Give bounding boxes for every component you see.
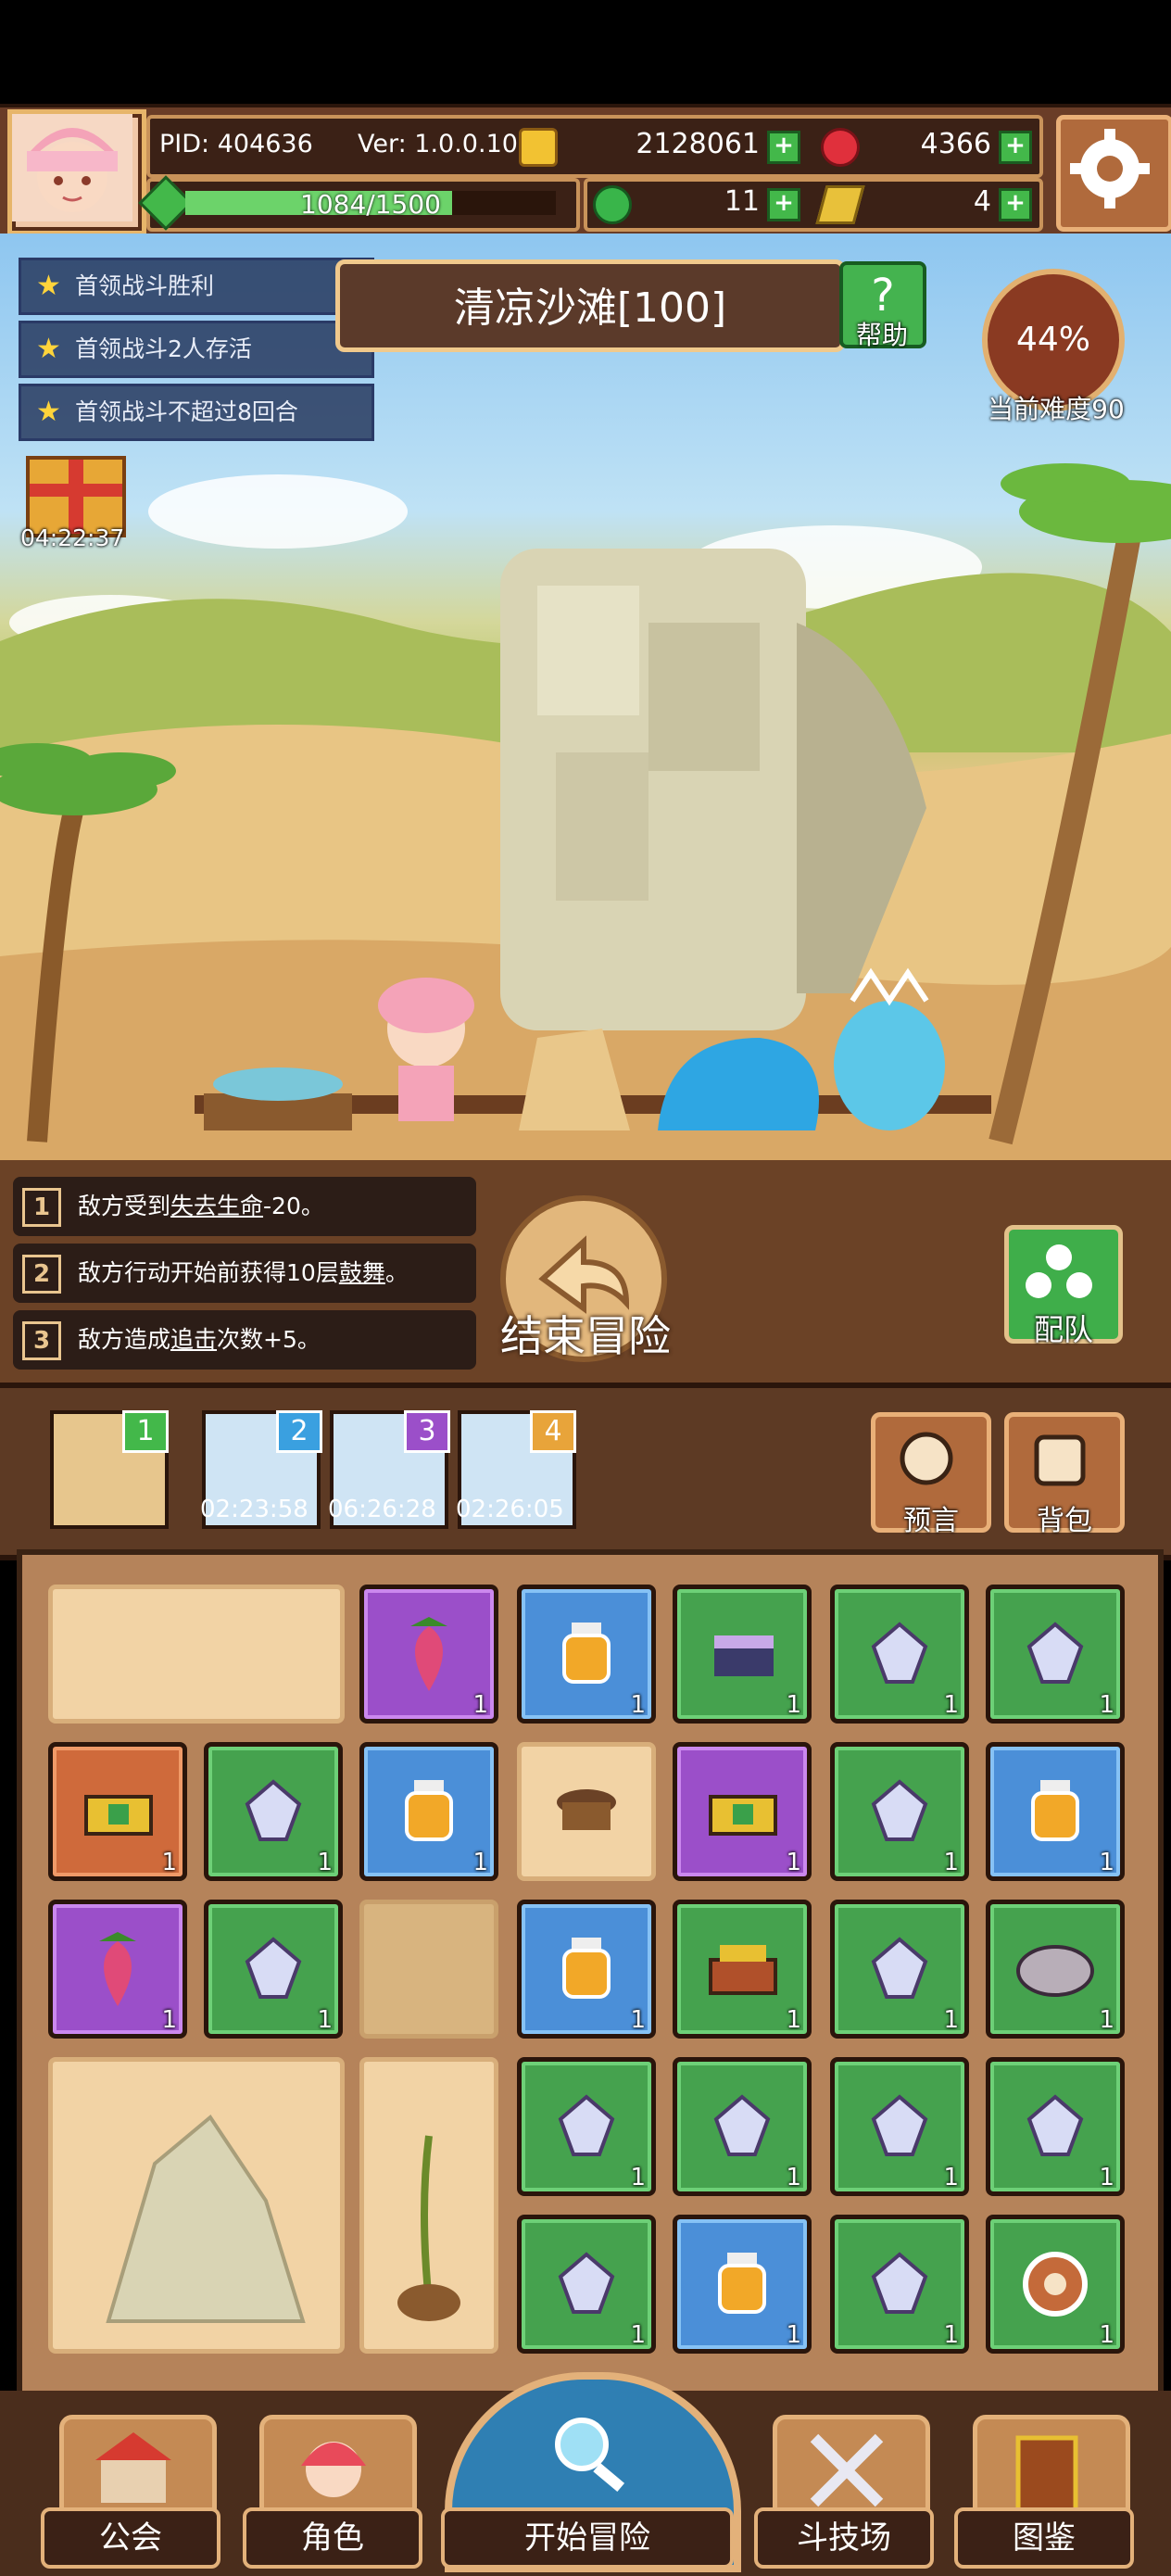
inventory-item[interactable]: 1 (673, 2215, 812, 2354)
quest-item: ★ 首领战斗2人存活 (19, 321, 374, 378)
stage-slots-band (0, 1383, 1171, 1560)
stump-tile (517, 1742, 656, 1881)
inventory-item[interactable]: 1 (986, 2057, 1125, 2196)
clover-amount: 11 (724, 185, 760, 218)
add-gold-button[interactable]: + (767, 131, 800, 164)
scenery-tile (48, 1585, 345, 1724)
nav-codex-label[interactable]: 图鉴 (954, 2507, 1134, 2569)
inventory-item[interactable]: 1 (986, 1742, 1125, 1881)
inventory-item[interactable]: 1 (204, 1900, 343, 2039)
rock-pile-icon (106, 2115, 306, 2323)
add-clover-button[interactable]: + (767, 188, 800, 221)
inventory-item[interactable]: 1 (673, 1900, 812, 2039)
difficulty-percent: 44% (1015, 321, 1090, 359)
pid-label: PID: 404636 (159, 130, 313, 158)
team-label: 配队 (1033, 1312, 1093, 1347)
add-gem-button[interactable]: + (999, 131, 1032, 164)
crossed-swords-icon (810, 2433, 884, 2507)
quest-item: ★ 首领战斗胜利 (19, 258, 374, 315)
energy-text: 1084/1500 (300, 189, 441, 220)
stage-title: 清凉沙滩[100] (453, 284, 727, 332)
inventory-item[interactable]: 1 (517, 2215, 656, 2354)
prophecy-label: 预言 (903, 1505, 959, 1537)
tree-stump-icon (557, 1789, 616, 1830)
inventory-item[interactable]: 1 (986, 2215, 1125, 2354)
bag-label: 背包 (1037, 1505, 1092, 1537)
crystal-ball-icon (900, 1432, 953, 1485)
gold-coin-icon (519, 128, 558, 167)
inventory-item[interactable]: 1 (830, 2057, 969, 2196)
star-icon: ★ (36, 396, 61, 428)
inventory-item[interactable]: 1 (986, 1585, 1125, 1724)
quest-item: ★ 首领战斗不超过8回合 (19, 384, 374, 441)
scenery-tile (359, 2057, 498, 2354)
inventory-item[interactable]: 1 (517, 1585, 656, 1724)
modifier-item: 2 敌方行动开始前获得10层鼓舞。 (13, 1244, 476, 1303)
green-clover-icon (593, 185, 632, 224)
add-key-button[interactable]: + (999, 188, 1032, 221)
inventory-item[interactable]: 1 (830, 1900, 969, 2039)
inventory-item[interactable]: 1 (48, 1742, 187, 1881)
version-label: Ver: 1.0.0.10 (358, 130, 518, 158)
nav-arena-label[interactable]: 斗技场 (754, 2507, 934, 2569)
inventory-item[interactable]: 1 (673, 1742, 812, 1881)
book-icon (1015, 2435, 1078, 2515)
inventory-item[interactable]: 1 (517, 2057, 656, 2196)
battle-units (204, 967, 945, 1130)
palm-sprout-icon (397, 2135, 460, 2321)
stage-slot-badge: 1 (122, 1410, 169, 1453)
empty-tile[interactable] (359, 1900, 498, 2039)
inventory-item[interactable]: 1 (48, 1900, 187, 2039)
inventory-item[interactable]: 1 (830, 1742, 969, 1881)
inventory-item[interactable]: 1 (830, 2215, 969, 2354)
backpack-icon (1034, 1434, 1086, 1486)
settings-button[interactable] (1056, 115, 1171, 232)
stage-slot-badge: 3 (404, 1410, 450, 1453)
character-icon (301, 2442, 366, 2497)
modifier-item: 3 敌方造成追击次数+5。 (13, 1310, 476, 1370)
gold-amount: 2128061 (636, 128, 760, 160)
star-icon: ★ (36, 270, 61, 302)
player-portrait-icon (12, 114, 132, 221)
nav-character-label[interactable]: 角色 (243, 2507, 422, 2569)
inventory-item[interactable]: 1 (986, 1900, 1125, 2039)
scenery-tile (48, 2057, 345, 2354)
red-gem-icon (821, 128, 860, 167)
inventory-item[interactable]: 1 (673, 2057, 812, 2196)
inventory-item[interactable]: 1 (673, 1585, 812, 1724)
difficulty-label: 当前难度90 (988, 394, 1125, 424)
guild-house-icon (95, 2432, 171, 2503)
stage-slot-badge: 4 (530, 1410, 576, 1453)
gem-amount: 4366 (920, 128, 991, 160)
stage-slot-timer: 02:26:05 (456, 1496, 564, 1523)
key-amount: 4 (973, 185, 991, 218)
end-adventure-label: 结束冒险 (500, 1311, 671, 1361)
player-avatar[interactable] (7, 109, 146, 235)
modifier-item: 1 敌方受到失去生命-20。 (13, 1177, 476, 1236)
stage-slot-timer: 06:26:28 (328, 1496, 436, 1523)
nav-start-adventure-label[interactable]: 开始冒险 (441, 2507, 734, 2569)
help-label: 帮助 (855, 320, 908, 350)
inventory-item[interactable]: 1 (359, 1742, 498, 1881)
inventory-item[interactable]: 1 (359, 1585, 498, 1724)
stage-slot-badge: 2 (276, 1410, 322, 1453)
inventory-item[interactable]: 1 (517, 1900, 656, 2039)
gear-icon (1070, 129, 1150, 208)
star-icon: ★ (36, 333, 61, 365)
inventory-item[interactable]: 1 (204, 1742, 343, 1881)
adventure-grid: 1 1 1 1 1 1 1 1 1 1 1 1 1 1 1 1 1 1 1 1 … (17, 1549, 1164, 2404)
gift-timer: 04:22:37 (20, 524, 125, 551)
nav-guild-label[interactable]: 公会 (41, 2507, 220, 2569)
stage-slot-timer: 02:23:58 (200, 1496, 308, 1523)
inventory-item[interactable]: 1 (830, 1585, 969, 1724)
